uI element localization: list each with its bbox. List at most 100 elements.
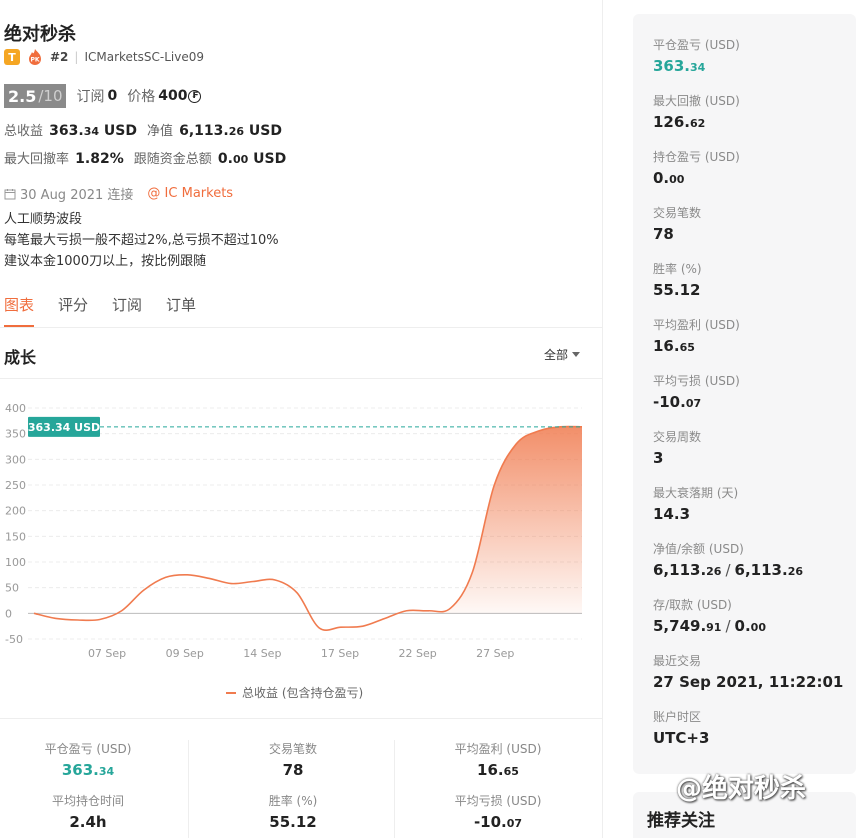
sidebar-stat-label: 平均盈利 (USD) bbox=[653, 318, 740, 332]
y-tick-label: -50 bbox=[5, 633, 23, 646]
sidebar-stat-value: 0.00 bbox=[653, 169, 685, 187]
sidebar-stat-label: 最近交易 bbox=[653, 654, 702, 668]
stat-win-rate: 胜率 (%) 55.12 bbox=[208, 792, 378, 831]
stat-label: 平仓盈亏 (USD) bbox=[44, 742, 132, 756]
range-dropdown[interactable]: 全部 bbox=[544, 346, 581, 363]
stat-value: 55.12 bbox=[269, 813, 317, 831]
equity-unit: USD bbox=[244, 123, 282, 139]
stat-value: 2.4h bbox=[69, 813, 107, 831]
sidebar-stat-value: 6,113.26/6,113.26 bbox=[653, 561, 803, 579]
tab-orders[interactable]: 订单 bbox=[166, 294, 196, 327]
sidebar-stat-value: 126.62 bbox=[653, 113, 706, 131]
max-drawdown-value: 1.82% bbox=[75, 151, 124, 167]
follow-funds: 跟随资金总额 0.00 USD bbox=[134, 148, 286, 167]
sidebar-stat: 最大回撤 (USD) 126.62 bbox=[653, 92, 740, 131]
legend-line-marker bbox=[226, 691, 236, 694]
sidebar-stat: 平均亏损 (USD) -10.07 bbox=[653, 372, 740, 411]
stat-closed-pnl: 平仓盈亏 (USD) 363.34 bbox=[3, 740, 173, 779]
description-line: 建议本金1000刀以上，按比例跟随 bbox=[4, 254, 207, 269]
stat-avg-hold: 平均持仓时间 2.4h bbox=[3, 792, 173, 831]
sidebar-stat-label: 最大衰落期 (天) bbox=[653, 486, 739, 500]
sidebar-stat-label: 平均亏损 (USD) bbox=[653, 374, 740, 388]
sidebar-stat: 平仓盈亏 (USD) 363.34 bbox=[653, 36, 740, 75]
score-max: /10 bbox=[38, 87, 63, 105]
growth-chart: 400 350 300 250 200 150 100 50 0 -50 07 Sep 09 Sep 1… bbox=[5, 402, 583, 660]
max-drawdown: 最大回撤率 1.82% bbox=[4, 148, 124, 167]
sidebar-stat-value: 14.3 bbox=[653, 505, 691, 523]
sidebar-stat-label: 持仓盈亏 (USD) bbox=[653, 150, 740, 164]
sidebar-stat-label: 存/取款 (USD) bbox=[653, 598, 732, 612]
price-label: 价格 bbox=[127, 89, 156, 105]
legend-label: 总收益 (包含持仓盈亏) bbox=[242, 686, 364, 700]
sidebar-stat-label: 账户时区 bbox=[653, 710, 702, 724]
stat-avg-loss: 平均亏损 (USD) -10.07 bbox=[413, 792, 583, 831]
stat-label: 平均盈利 (USD) bbox=[454, 742, 542, 756]
rank-number: #2 bbox=[50, 50, 69, 64]
tab-rating[interactable]: 评分 bbox=[58, 294, 88, 327]
chevron-down-icon bbox=[572, 352, 581, 357]
description-line: 人工顺势波段 bbox=[4, 212, 83, 227]
stat-label: 平均亏损 (USD) bbox=[454, 794, 542, 808]
y-tick-label: 350 bbox=[5, 428, 26, 441]
calendar-icon bbox=[4, 188, 16, 199]
sidebar-stat: 最近交易 27 Sep 2021, 11:22:01 bbox=[653, 652, 843, 691]
score-value: 2.5 bbox=[8, 86, 37, 106]
total-profit-dec: 34 bbox=[83, 125, 100, 138]
sidebar-stat-value: 78 bbox=[653, 225, 674, 243]
follow-funds-dec: 00 bbox=[232, 153, 249, 166]
slash-separator: / bbox=[725, 617, 731, 635]
stats-divider bbox=[0, 718, 603, 719]
chart-legend[interactable]: 总收益 (包含持仓盈亏) bbox=[226, 684, 363, 701]
trader-badge: T bbox=[4, 49, 20, 65]
follow-funds-label: 跟随资金总额 bbox=[133, 152, 212, 167]
profit-row: 总收益 363.34 USD 净值 6,113.26 USD bbox=[4, 120, 282, 139]
subscribe-count: 0 bbox=[107, 88, 118, 104]
y-tick-label: 0 bbox=[5, 607, 12, 620]
equity-int: 6,113. bbox=[179, 123, 229, 139]
x-tick-label: 07 Sep bbox=[88, 647, 126, 660]
follow-funds-int: 0. bbox=[217, 151, 233, 167]
account-server: ICMarketsSC-Live09 bbox=[84, 50, 204, 64]
y-tick-label: 400 bbox=[5, 402, 26, 415]
sidebar-stat-label: 交易笔数 bbox=[653, 206, 702, 220]
sidebar-stat: 存/取款 (USD) 5,749.91/0.00 bbox=[653, 596, 766, 635]
column-divider bbox=[188, 740, 189, 838]
description-line: 每笔最大亏损一般不超过2%,总亏损不超过10% bbox=[4, 233, 279, 248]
strategy-main-panel: 绝对秒杀 T PK #2 | ICMarketsSC-Live09 2.5 /1… bbox=[0, 0, 603, 838]
sidebar-stat-value: -10.07 bbox=[653, 393, 702, 411]
tabs-divider bbox=[0, 327, 603, 328]
score-badge: 2.5 /10 bbox=[4, 84, 67, 108]
divider: | bbox=[74, 50, 79, 64]
x-tick-label: 17 Sep bbox=[321, 647, 359, 660]
tab-chart[interactable]: 图表 bbox=[4, 294, 35, 327]
stats-sidebar: 平仓盈亏 (USD) 363.34 最大回撤 (USD) 126.62 持仓盈亏 (US… bbox=[633, 14, 856, 774]
stat-avg-profit: 平均盈利 (USD) 16.65 bbox=[413, 740, 583, 779]
recommend-title: 推荐关注 bbox=[647, 811, 715, 831]
column-divider bbox=[394, 740, 395, 838]
stat-value: -10.07 bbox=[473, 813, 523, 831]
sidebar-stat-value: 5,749.91/0.00 bbox=[653, 617, 766, 635]
sidebar-stat-label: 交易周数 bbox=[653, 430, 702, 444]
y-tick-label: 150 bbox=[5, 530, 26, 543]
y-tick-label: 100 bbox=[5, 556, 26, 569]
stat-label: 交易笔数 bbox=[268, 742, 317, 756]
current-value-label: 363.34 USD bbox=[28, 421, 100, 434]
watermark: @绝对秒杀 bbox=[676, 774, 807, 804]
strategy-description: 人工顺势波段 每笔最大亏损一般不超过2%,总亏损不超过10% 建议本金1000刀… bbox=[4, 209, 279, 272]
sidebar-stat-value: 3 bbox=[653, 449, 664, 467]
sidebar-stat-label: 最大回撤 (USD) bbox=[653, 94, 740, 108]
x-tick-label: 14 Sep bbox=[243, 647, 281, 660]
tab-subscribe[interactable]: 订阅 bbox=[112, 294, 142, 327]
sidebar-stat: 持仓盈亏 (USD) 0.00 bbox=[653, 148, 740, 187]
stat-trade-count: 交易笔数 78 bbox=[208, 740, 378, 779]
drawdown-row: 最大回撤率 1.82% 跟随资金总额 0.00 USD bbox=[4, 148, 286, 167]
connect-info: 30 Aug 2021 连接 @ IC Markets bbox=[4, 184, 233, 203]
rating-row: 2.5 /10 订阅 0 价格 400 ₣ bbox=[4, 84, 202, 108]
equity-dec: 26 bbox=[228, 125, 245, 138]
max-drawdown-label: 最大回撤率 bbox=[4, 152, 70, 167]
y-tick-label: 200 bbox=[5, 505, 26, 518]
svg-text:PK: PK bbox=[30, 57, 39, 64]
broker-link[interactable]: @ IC Markets bbox=[147, 186, 233, 201]
stat-value: 78 bbox=[282, 761, 304, 779]
strategy-badges: T PK #2 | ICMarketsSC-Live09 bbox=[4, 48, 204, 66]
